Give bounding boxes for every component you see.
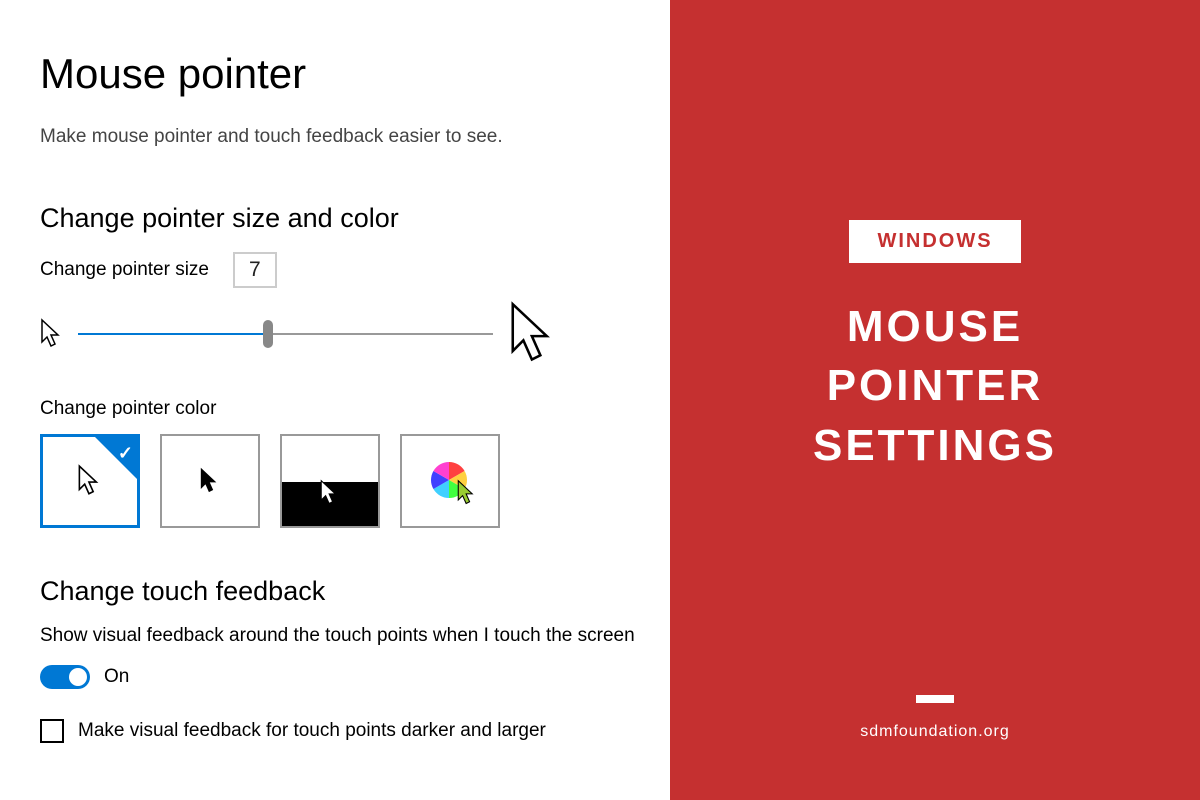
black-band (282, 482, 378, 526)
touch-feedback-description: Show visual feedback around the touch po… (40, 625, 640, 647)
banner-footer: sdmfoundation.org (860, 723, 1010, 741)
cursor-inverted-icon (319, 479, 341, 507)
cursor-small-icon (40, 318, 64, 350)
section-heading-size-color: Change pointer size and color (40, 203, 640, 234)
cursor-custom-icon (456, 479, 478, 507)
toggle-state-label: On (104, 666, 129, 688)
page-title: Mouse pointer (40, 50, 640, 98)
banner-title: MOUSE POINTER SETTINGS (813, 297, 1057, 475)
touch-feedback-toggle-row: On (40, 665, 640, 689)
touch-feedback-toggle[interactable] (40, 665, 90, 689)
page-subtitle: Make mouse pointer and touch feedback ea… (40, 126, 640, 148)
color-wheel-icon (430, 461, 470, 501)
banner-line-3: SETTINGS (813, 416, 1057, 475)
cursor-black-icon (199, 467, 221, 495)
check-icon: ✓ (118, 443, 133, 464)
slider-track-filled (78, 333, 268, 335)
pointer-color-black[interactable] (160, 434, 260, 528)
section-heading-touch: Change touch feedback (40, 576, 640, 607)
toggle-knob (69, 668, 87, 686)
slider-thumb[interactable] (263, 320, 273, 348)
pointer-color-inverted[interactable] (280, 434, 380, 528)
darker-larger-checkbox[interactable] (40, 719, 64, 743)
badge-text: WINDOWS (877, 230, 992, 252)
darker-larger-label: Make visual feedback for touch points da… (78, 720, 546, 742)
pointer-size-row: Change pointer size 7 (40, 252, 640, 288)
banner-line-2: POINTER (813, 356, 1057, 415)
pointer-size-slider[interactable] (78, 324, 493, 344)
banner-badge: WINDOWS (849, 220, 1020, 263)
pointer-size-value: 7 (233, 252, 277, 288)
slider-track-empty (268, 333, 493, 335)
settings-panel: Mouse pointer Make mouse pointer and tou… (0, 0, 670, 800)
cursor-large-icon (507, 300, 561, 368)
darker-larger-checkbox-row: Make visual feedback for touch points da… (40, 719, 640, 743)
banner-divider (916, 695, 954, 703)
pointer-color-white[interactable]: ✓ (40, 434, 140, 528)
banner-line-1: MOUSE (813, 297, 1057, 356)
pointer-color-options: ✓ (40, 434, 640, 528)
pointer-color-custom[interactable] (400, 434, 500, 528)
banner-panel: WINDOWS MOUSE POINTER SETTINGS sdmfounda… (670, 0, 1200, 800)
pointer-color-label: Change pointer color (40, 398, 640, 420)
pointer-size-slider-row (40, 300, 640, 368)
pointer-size-label: Change pointer size (40, 259, 209, 281)
